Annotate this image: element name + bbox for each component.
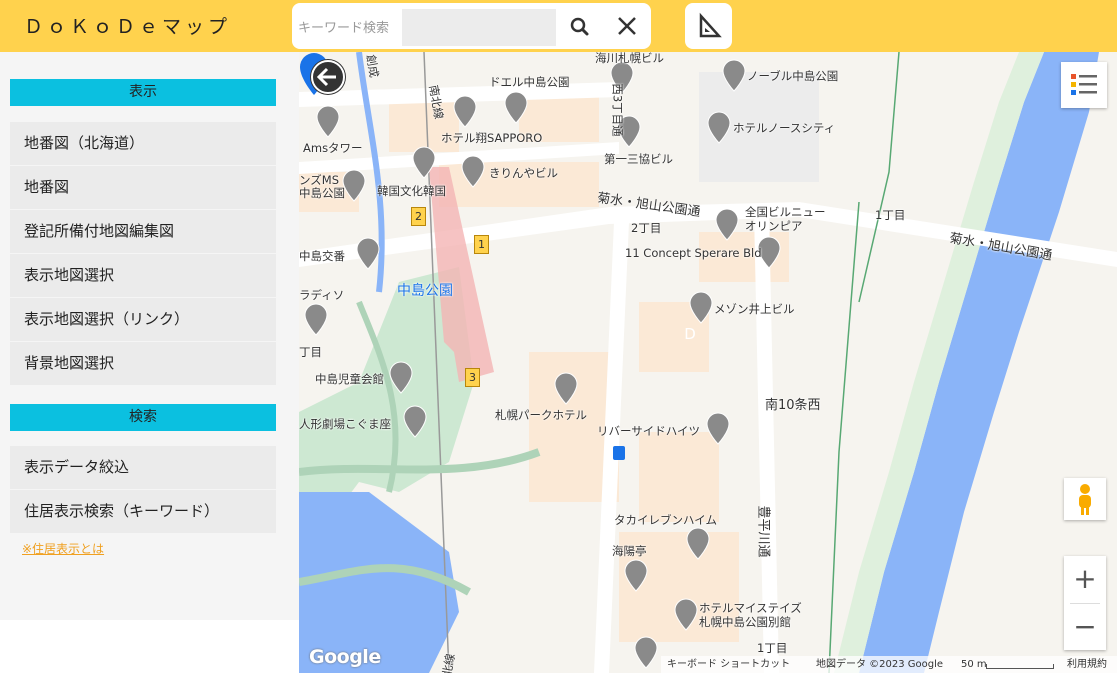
station-label[interactable]: 中島公園	[397, 280, 453, 300]
menu-data-filter[interactable]: 表示データ絞込	[10, 446, 276, 489]
place-label: ノーブル中島公園	[747, 69, 839, 83]
arrow-left-icon	[311, 60, 345, 94]
list-icon	[1071, 74, 1097, 95]
place-label: 第一三協ビル	[604, 152, 673, 166]
road-label: 西3丁目通	[610, 83, 625, 137]
place-label: Amsタワー	[303, 141, 363, 155]
place-label: 海川札幌ビル	[595, 52, 664, 65]
keyword-search-box: キーワード検索	[292, 3, 651, 49]
address-info-link[interactable]: ※住居表示とは	[22, 540, 104, 557]
place-label: 札幌中島公園別館	[699, 615, 791, 629]
search-label: キーワード検索	[298, 21, 390, 36]
place-label: ドエル中島公園	[489, 75, 570, 89]
place-label: タカイレブンハイム	[614, 513, 718, 527]
street-view-button[interactable]	[1064, 478, 1106, 520]
area-label: 1丁目	[875, 208, 906, 222]
place-pins	[304, 59, 781, 669]
google-logo: Google	[309, 646, 381, 668]
menu-registry-map[interactable]: 登記所備付地図編集図	[10, 210, 276, 253]
zoom-in-button[interactable]: +	[1064, 556, 1106, 602]
map-view[interactable]: 2 1 3 菊水・旭山公園通 菊水・旭山公園通 南北線 豊平川通 南10条西 中…	[299, 52, 1117, 673]
app-title: ＤｏＫｏＤｅマップ	[24, 16, 232, 38]
track-number: 2	[411, 207, 426, 226]
map-attribution: キーボード ショートカット 地図データ ©2023 Google 50 m 利用…	[661, 656, 1117, 673]
zoom-out-button[interactable]: −	[1064, 604, 1106, 650]
search-input[interactable]	[402, 9, 556, 46]
pegman-icon	[1079, 484, 1091, 515]
menu-background-select[interactable]: 背景地図選択	[10, 342, 276, 385]
place-label: 韓国文化韓国	[377, 184, 446, 198]
clear-button[interactable]	[610, 9, 644, 43]
ruler-icon	[699, 12, 722, 38]
menu-map-select[interactable]: 表示地図選択	[10, 254, 276, 297]
measure-button[interactable]	[685, 3, 732, 49]
track-number: 1	[474, 235, 489, 254]
area-label: 1丁目	[757, 641, 788, 655]
area-label: 2丁目	[631, 221, 662, 235]
sidebar: 表示 地番図（北海道） 地番図 登記所備付地図編集図 表示地図選択 表示地図選択…	[0, 52, 299, 620]
place-label: ラディソ	[299, 288, 345, 302]
back-button[interactable]	[310, 59, 346, 95]
place-label: 中島公園	[299, 186, 345, 200]
area-label: 丁目	[299, 345, 322, 359]
place-label: メゾン井上ビル	[714, 302, 795, 316]
menu-map-select-link[interactable]: 表示地図選択（リンク）	[10, 298, 276, 341]
place-label: ホテルノースシティ	[733, 121, 836, 135]
scale-bar	[986, 664, 1054, 669]
pin-letter: D	[684, 325, 696, 343]
place-label: 中島交番	[299, 249, 345, 263]
place-label: ホテル翔SAPPORO	[441, 131, 543, 145]
zoom-control: + −	[1064, 556, 1106, 650]
menu-address-search[interactable]: 住居表示検索（キーワード）	[10, 490, 276, 533]
place-label: リバーサイドハイツ	[597, 424, 701, 438]
place-label: 海陽亭	[612, 544, 647, 558]
road-label: 豊平川通	[755, 505, 771, 558]
keyboard-shortcuts-link[interactable]: キーボード ショートカット	[667, 656, 790, 673]
close-icon	[618, 17, 636, 35]
place-label: 中島児童会館	[315, 372, 384, 386]
menu-chiban-hokkaido[interactable]: 地番図（北海道）	[10, 122, 276, 165]
map-data-text: 地図データ ©2023 Google	[816, 659, 944, 670]
terms-link[interactable]: 利用規約	[1067, 656, 1107, 673]
place-label: 札幌パークホテル	[495, 408, 587, 422]
bus-stop-icon	[613, 446, 625, 460]
place-label: 人形劇場こぐま座	[299, 417, 391, 431]
display-section-header: 表示	[10, 79, 276, 106]
place-label: 11 Concept Sperare Bld	[625, 246, 762, 260]
app-header: ＤｏＫｏＤｅマップ キーワード検索	[0, 0, 1117, 52]
area-label: 南10条西	[765, 398, 821, 413]
legend-button[interactable]	[1061, 62, 1107, 108]
search-section-header: 検索	[10, 404, 276, 431]
track-number: 3	[465, 368, 480, 387]
menu-chiban[interactable]: 地番図	[10, 166, 276, 209]
scale-label[interactable]: 50 m	[961, 656, 987, 673]
road-label: 北線	[439, 652, 458, 673]
search-button[interactable]	[563, 9, 597, 43]
place-label: きりんやビル	[489, 166, 558, 180]
search-icon	[570, 17, 589, 36]
place-label: オリンピア	[745, 219, 803, 233]
